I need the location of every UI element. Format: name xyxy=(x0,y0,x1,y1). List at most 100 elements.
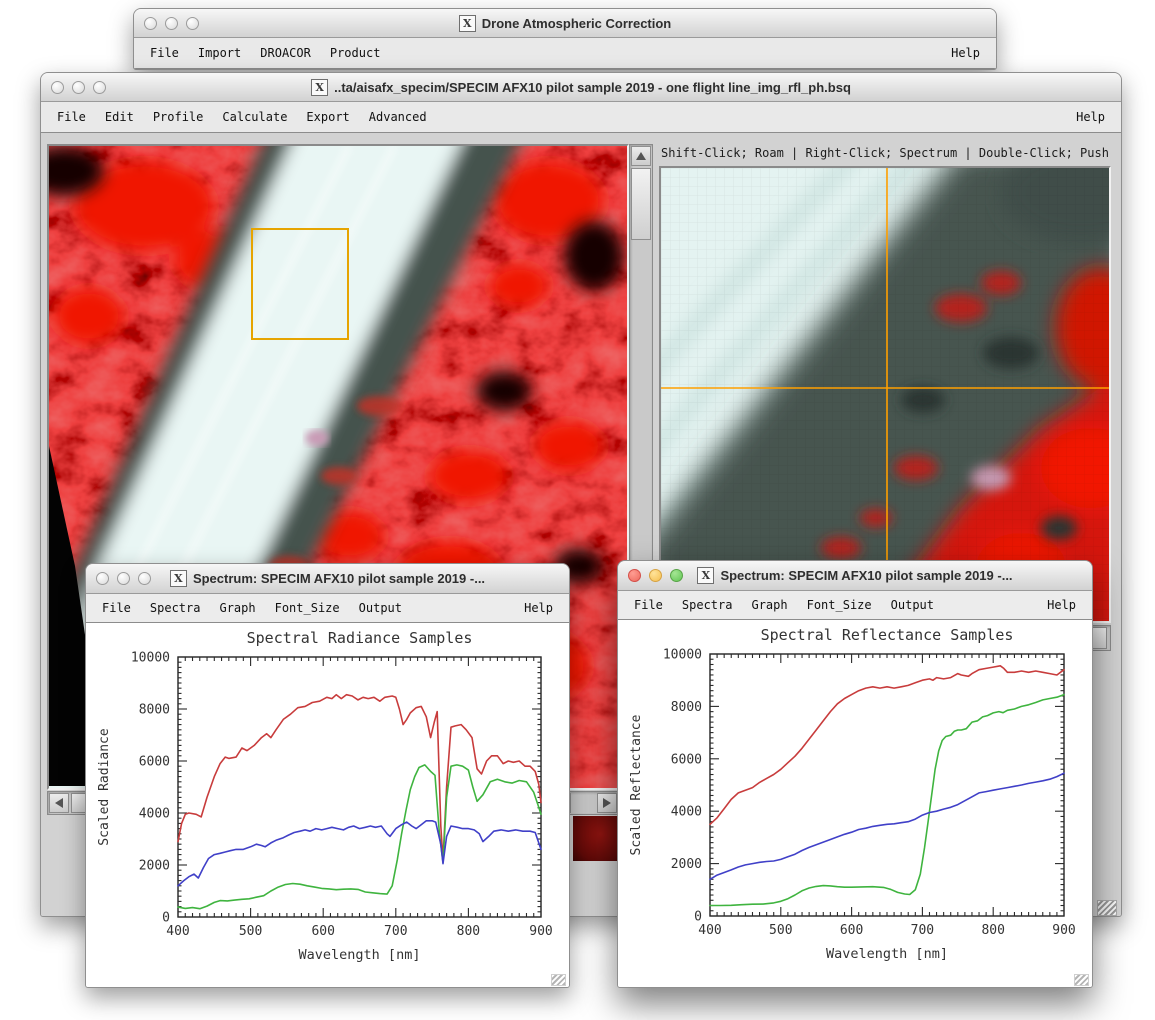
minimize-button[interactable] xyxy=(649,569,662,582)
menu-item-font_size[interactable]: Font_Size xyxy=(807,598,872,612)
x11-icon: X xyxy=(697,567,714,584)
menu-item-file[interactable]: File xyxy=(57,110,86,124)
scroll-right-button[interactable] xyxy=(597,793,617,813)
reflectance-chart-area: 4005006007008009000200040006000800010000… xyxy=(618,620,1092,988)
window-lights xyxy=(96,564,151,593)
minimize-button[interactable] xyxy=(165,17,178,30)
svg-text:6000: 6000 xyxy=(671,752,702,767)
zoom-panel-hint: Shift-Click; Roam | Right-Click; Spectru… xyxy=(661,146,1109,160)
svg-text:900: 900 xyxy=(529,924,552,939)
zoom-button[interactable] xyxy=(138,572,151,585)
svg-text:500: 500 xyxy=(769,923,792,938)
menu-item-export[interactable]: Export xyxy=(306,110,349,124)
titlebar[interactable]: X Spectrum: SPECIM AFX10 pilot sample 20… xyxy=(618,561,1092,591)
spectrum-radiance-window: X Spectrum: SPECIM AFX10 pilot sample 20… xyxy=(85,563,570,988)
menu-item-product[interactable]: Product xyxy=(330,46,381,60)
menubar: File Edit Profile Calculate Export Advanced He… xyxy=(41,102,1121,133)
titlebar[interactable]: X ..ta/aisafx_specim/SPECIM AFX10 pilot … xyxy=(41,73,1121,102)
close-button[interactable] xyxy=(144,17,157,30)
scroll-up-button[interactable] xyxy=(631,146,651,166)
window-title: ..ta/aisafx_specim/SPECIM AFX10 pilot sa… xyxy=(334,80,851,95)
svg-text:500: 500 xyxy=(239,924,262,939)
menu-item-calculate[interactable]: Calculate xyxy=(222,110,287,124)
x11-icon: X xyxy=(170,570,187,587)
resize-grip[interactable] xyxy=(551,974,566,986)
svg-text:4000: 4000 xyxy=(671,805,702,820)
menu-item-font_size[interactable]: Font_Size xyxy=(275,601,340,615)
menu-item-graph[interactable]: Graph xyxy=(219,601,255,615)
window-title: Spectrum: SPECIM AFX10 pilot sample 2019… xyxy=(193,571,485,586)
window-title: Drone Atmospheric Correction xyxy=(482,16,672,31)
arrow-left-icon xyxy=(55,798,63,808)
x11-icon: X xyxy=(459,15,476,32)
svg-text:2000: 2000 xyxy=(671,857,702,872)
svg-text:600: 600 xyxy=(311,924,334,939)
svg-text:400: 400 xyxy=(166,924,189,939)
radiance-chart-area: 4005006007008009000200040006000800010000… xyxy=(86,623,569,988)
scroll-left-button[interactable] xyxy=(49,793,69,813)
menu-item-help[interactable]: Help xyxy=(951,46,996,60)
svg-text:800: 800 xyxy=(981,923,1004,938)
zoom-image[interactable] xyxy=(661,168,1109,621)
svg-text:900: 900 xyxy=(1052,923,1075,938)
menu-item-edit[interactable]: Edit xyxy=(105,110,134,124)
menu-item-help[interactable]: Help xyxy=(1076,110,1121,124)
zoom-button[interactable] xyxy=(93,81,106,94)
svg-text:6000: 6000 xyxy=(139,755,170,770)
arrow-right-icon xyxy=(603,798,611,808)
radiance-chart: 4005006007008009000200040006000800010000… xyxy=(86,623,570,979)
svg-text:400: 400 xyxy=(698,923,721,938)
window-lights xyxy=(51,73,106,101)
menu-item-graph[interactable]: Graph xyxy=(751,598,787,612)
menu-item-droacor[interactable]: DROACOR xyxy=(260,46,311,60)
svg-text:Spectral Radiance Samples: Spectral Radiance Samples xyxy=(247,629,473,647)
svg-text:700: 700 xyxy=(911,923,934,938)
zoom-image-panel[interactable] xyxy=(659,166,1111,623)
desktop: X Drone Atmospheric Correction File Impor… xyxy=(0,0,1155,1020)
droacor-window: X Drone Atmospheric Correction File Impor… xyxy=(133,8,997,70)
menu-item-spectra[interactable]: Spectra xyxy=(150,601,201,615)
svg-text:8000: 8000 xyxy=(671,700,702,715)
window-lights xyxy=(144,9,199,37)
resize-grip[interactable] xyxy=(1097,900,1117,916)
svg-text:10000: 10000 xyxy=(663,648,702,663)
flight-line-strip xyxy=(573,816,619,861)
menubar: File Spectra Graph Font_Size Output Help xyxy=(618,591,1092,620)
close-button[interactable] xyxy=(96,572,109,585)
svg-text:2000: 2000 xyxy=(139,859,170,874)
menu-item-profile[interactable]: Profile xyxy=(153,110,204,124)
zoom-button[interactable] xyxy=(670,569,683,582)
menu-item-help[interactable]: Help xyxy=(1047,598,1092,612)
close-button[interactable] xyxy=(628,569,641,582)
menu-item-import[interactable]: Import xyxy=(198,46,241,60)
window-lights xyxy=(628,561,683,590)
menu-item-output[interactable]: Output xyxy=(891,598,934,612)
svg-text:0: 0 xyxy=(162,911,170,926)
svg-text:4000: 4000 xyxy=(139,807,170,822)
minimize-button[interactable] xyxy=(117,572,130,585)
svg-text:Spectral Reflectance Samples: Spectral Reflectance Samples xyxy=(761,626,1014,644)
minimize-button[interactable] xyxy=(72,81,85,94)
menu-item-help[interactable]: Help xyxy=(524,601,569,615)
menu-item-file[interactable]: File xyxy=(634,598,663,612)
resize-grip[interactable] xyxy=(1074,974,1089,986)
svg-text:600: 600 xyxy=(840,923,863,938)
arrow-up-icon xyxy=(636,152,646,160)
zoom-button[interactable] xyxy=(186,17,199,30)
menu-item-advanced[interactable]: Advanced xyxy=(369,110,427,124)
svg-text:800: 800 xyxy=(457,924,480,939)
menu-item-file[interactable]: File xyxy=(102,601,131,615)
scrollbar-thumb[interactable] xyxy=(631,168,651,240)
svg-text:Scaled Reflectance: Scaled Reflectance xyxy=(629,714,644,855)
menu-item-file[interactable]: File xyxy=(150,46,179,60)
menu-item-output[interactable]: Output xyxy=(359,601,402,615)
svg-text:700: 700 xyxy=(384,924,407,939)
svg-text:Wavelength [nm]: Wavelength [nm] xyxy=(299,947,421,963)
titlebar[interactable]: X Drone Atmospheric Correction xyxy=(134,9,996,38)
menu-item-spectra[interactable]: Spectra xyxy=(682,598,733,612)
svg-text:10000: 10000 xyxy=(131,651,170,666)
titlebar[interactable]: X Spectrum: SPECIM AFX10 pilot sample 20… xyxy=(86,564,569,594)
x11-icon: X xyxy=(311,79,328,96)
close-button[interactable] xyxy=(51,81,64,94)
window-title: Spectrum: SPECIM AFX10 pilot sample 2019… xyxy=(720,568,1012,583)
